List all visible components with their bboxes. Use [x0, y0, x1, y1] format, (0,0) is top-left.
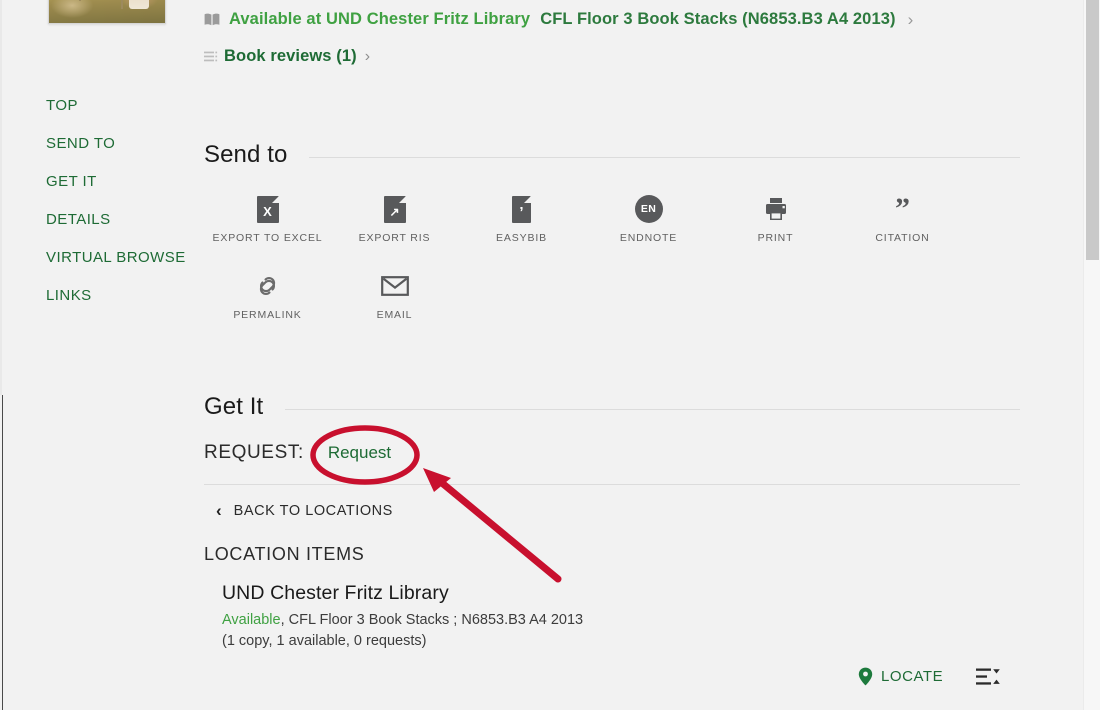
cover-detail-figure: [129, 0, 149, 9]
availability-row[interactable]: Available at UND Chester Fritz Library C…: [204, 10, 913, 29]
send-to-section-header: Send to: [204, 141, 1020, 169]
annotation-arrow-line: [432, 474, 562, 583]
export-ris-button[interactable]: ↗ EXPORT RIS: [331, 190, 458, 245]
back-to-locations-label: BACK TO LOCATIONS: [233, 502, 393, 519]
section-navigation: TOP SEND TO GET IT DETAILS VIRTUAL BROWS…: [46, 97, 196, 326]
chevron-right-icon[interactable]: ›: [365, 48, 370, 65]
book-cover-thumbnail[interactable]: [48, 0, 166, 24]
permalink-button[interactable]: PERMALINK: [204, 245, 331, 322]
book-reviews-label: Book reviews (1): [224, 47, 357, 65]
page-root: Available at UND Chester Fritz Library C…: [0, 0, 1100, 710]
export-to-excel-button[interactable]: X EXPORT TO EXCEL: [204, 190, 331, 245]
map-pin-icon: [858, 667, 873, 686]
export-ris-document-icon: ↗: [383, 195, 406, 223]
printer-icon: [765, 198, 786, 220]
annotation-arrow-head: [423, 468, 451, 492]
request-field-label: REQUEST:: [204, 442, 304, 463]
send-to-title: Send to: [204, 141, 288, 168]
section-divider: [309, 156, 1020, 158]
back-to-locations-button[interactable]: ‹ BACK TO LOCATIONS: [216, 502, 393, 519]
get-it-title: Get It: [204, 393, 264, 420]
request-button[interactable]: Request: [328, 443, 391, 463]
sidebar-item-links[interactable]: LINKS: [46, 287, 196, 305]
email-label: EMAIL: [376, 309, 413, 322]
location-copies: (1 copy, 1 available, 0 requests): [222, 633, 427, 649]
cover-detail-post-2: [79, 0, 81, 1]
print-button[interactable]: PRINT: [712, 190, 839, 245]
locate-button[interactable]: LOCATE: [858, 667, 943, 686]
send-to-row-2: PERMALINK EMAIL: [204, 245, 1024, 322]
page-left-edge-line: [2, 395, 3, 710]
citation-label: CITATION: [875, 232, 930, 244]
citation-button[interactable]: ” CITATION: [839, 190, 966, 245]
scrollbar-thumb[interactable]: [1086, 0, 1099, 260]
book-cover-image: [49, 0, 165, 23]
chevron-left-icon: ‹: [216, 501, 222, 520]
chevron-right-icon[interactable]: ›: [908, 11, 914, 28]
sidebar-item-send-to[interactable]: SEND TO: [46, 135, 196, 153]
open-book-icon: [204, 13, 220, 26]
export-ris-label: EXPORT RIS: [358, 232, 431, 244]
locate-label: LOCATE: [881, 668, 944, 685]
chain-link-icon: [259, 277, 276, 296]
location-availability-line: Available, CFL Floor 3 Book Stacks ; N68…: [222, 612, 583, 628]
export-to-excel-label: EXPORT TO EXCEL: [212, 232, 323, 244]
email-button[interactable]: EMAIL: [331, 245, 458, 322]
easybib-document-icon: ’: [512, 195, 531, 223]
print-label: PRINT: [757, 232, 794, 244]
sidebar-item-details[interactable]: DETAILS: [46, 211, 196, 229]
location-items-heading: LOCATION ITEMS: [204, 544, 365, 564]
send-to-actions: X EXPORT TO EXCEL ↗ EXPORT RIS ’ EASYBIB…: [204, 190, 1024, 322]
section-divider: [285, 408, 1020, 410]
get-it-divider: [204, 484, 1020, 485]
permalink-label: PERMALINK: [233, 309, 302, 322]
endnote-button[interactable]: EN ENDNOTE: [585, 190, 712, 245]
vertical-scrollbar[interactable]: [1083, 0, 1100, 710]
sidebar-item-get-it[interactable]: GET IT: [46, 173, 196, 191]
location-item: UND Chester Fritz Library Available, CFL…: [222, 582, 583, 649]
location-name: UND Chester Fritz Library: [222, 582, 449, 604]
sidebar-item-top[interactable]: TOP: [46, 97, 196, 115]
sort-lines-icon[interactable]: [975, 664, 1003, 690]
availability-location: CFL Floor 3 Book Stacks (N6853.B3 A4 201…: [540, 10, 896, 28]
availability-status: Available at UND Chester Fritz Library: [229, 10, 531, 28]
sidebar-item-virtual-browse[interactable]: VIRTUAL BROWSE: [46, 249, 196, 267]
easybib-button[interactable]: ’ EASYBIB: [458, 190, 585, 245]
request-row: REQUEST: Request: [204, 442, 391, 464]
list-lines-icon: [204, 51, 218, 62]
quotation-mark-icon: ”: [895, 192, 910, 225]
page-left-edge-light: [0, 0, 2, 395]
location-call-number: , CFL Floor 3 Book Stacks ; N6853.B3 A4 …: [280, 612, 584, 628]
send-to-row-1: X EXPORT TO EXCEL ↗ EXPORT RIS ’ EASYBIB…: [204, 190, 1024, 245]
easybib-label: EASYBIB: [496, 232, 547, 244]
excel-document-icon: X: [256, 195, 279, 223]
endnote-circle-icon: EN: [634, 195, 663, 223]
cover-detail-post-1: [121, 0, 123, 9]
get-it-section-header: Get It: [204, 393, 1020, 421]
availability-badge: Available: [222, 612, 281, 628]
endnote-label: ENDNOTE: [619, 232, 678, 244]
envelope-icon: [380, 276, 409, 297]
book-reviews-row[interactable]: Book reviews (1) ›: [204, 47, 370, 66]
